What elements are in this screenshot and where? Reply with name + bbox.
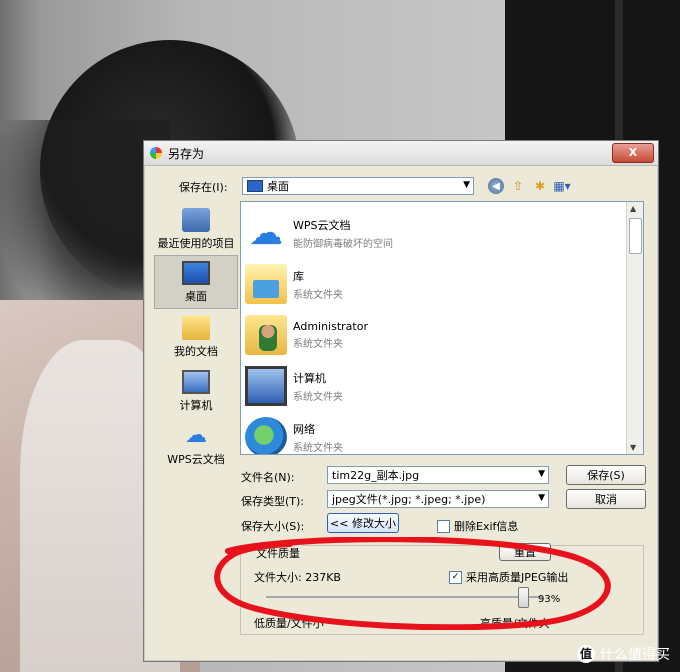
filetype-dropdown[interactable]: jpeg文件(*.jpg; *.jpeg; *.jpe) ▼ — [327, 490, 549, 508]
place-label: 计算机 — [179, 399, 213, 412]
computer-icon — [245, 366, 287, 406]
back-icon[interactable]: ◀ — [488, 178, 504, 194]
save-in-dropdown[interactable]: 桌面 ▼ — [242, 177, 474, 195]
scroll-thumb[interactable] — [629, 218, 642, 254]
item-name: WPS云文档 — [293, 218, 351, 232]
item-description: 系统文件夹 — [293, 391, 343, 403]
item-name: 库 — [293, 269, 304, 283]
wps-cloud-icon: ☁ — [249, 213, 283, 253]
view-menu-icon[interactable]: ▦▾ — [553, 178, 570, 194]
filename-value: tim22g_副本.jpg — [332, 469, 420, 482]
vertical-scrollbar[interactable]: ▲ ▼ — [626, 202, 643, 454]
resize-button[interactable]: << 修改大小 — [327, 513, 399, 533]
chevron-down-icon: ▼ — [538, 469, 545, 479]
scroll-up-icon[interactable]: ▲ — [630, 204, 636, 213]
place-desktop[interactable]: 桌面 — [154, 255, 238, 309]
save-in-value: 桌面 — [267, 180, 289, 193]
item-description: 系统文件夹 — [293, 289, 343, 301]
place-label: 最近使用的项目 — [157, 237, 235, 250]
list-item[interactable]: 计算机 系统文件夹 — [245, 363, 343, 409]
exif-label: 删除Exif信息 — [454, 520, 519, 533]
item-name: Administrator — [293, 320, 368, 333]
chevron-down-icon: ▼ — [538, 493, 545, 503]
quality-percent: 93% — [538, 594, 561, 605]
desktop-small-icon — [247, 180, 263, 192]
filetype-value: jpeg文件(*.jpg; *.jpeg; *.jpe) — [332, 493, 486, 506]
item-description: 系统文件夹 — [293, 339, 343, 350]
place-my-documents[interactable]: 我的文档 — [154, 309, 238, 363]
remove-exif-checkbox[interactable]: 删除Exif信息 — [437, 518, 518, 534]
desktop-icon — [182, 261, 210, 285]
places-bar: 最近使用的项目 桌面 我的文档 计算机 ☁ WPS云文档 — [154, 201, 238, 471]
list-item[interactable]: ☁ WPS云文档 能防御病毒破坏的空间 — [245, 210, 393, 256]
high-quality-label: 高质量/文件大 — [480, 617, 550, 630]
wps-cloud-icon: ☁ — [185, 423, 207, 448]
list-item[interactable]: 网络 系统文件夹 — [245, 414, 343, 454]
checkbox-box[interactable]: ✓ — [449, 570, 462, 584]
chevron-down-icon: ▼ — [463, 180, 470, 190]
list-item[interactable]: 库 系统文件夹 — [245, 261, 343, 307]
dialog-title: 另存为 — [168, 146, 205, 161]
watermark: 值 什么值得买 — [577, 644, 670, 664]
network-icon — [245, 417, 287, 454]
place-computer[interactable]: 计算机 — [154, 363, 238, 417]
quality-slider-thumb[interactable] — [517, 587, 529, 608]
user-folder-icon — [245, 315, 287, 355]
place-recent[interactable]: 最近使用的项目 — [154, 201, 238, 255]
item-name: 计算机 — [293, 371, 326, 385]
file-size-readout: 文件大小: 237KB — [254, 571, 341, 584]
nav-toolbar: ◀ ⇧ ✱ ▦▾ — [488, 178, 571, 194]
new-folder-icon[interactable]: ✱ — [532, 178, 548, 194]
quality-slider-track[interactable] — [266, 596, 542, 598]
quality-group-title: 文件质量 — [254, 545, 302, 561]
computer-icon — [182, 370, 210, 394]
up-folder-icon[interactable]: ⇧ — [510, 178, 526, 194]
dialog-titlebar[interactable]: 另存为 — [144, 141, 658, 166]
item-description: 系统文件夹 — [293, 442, 343, 454]
filetype-label: 保存类型(T): — [241, 495, 305, 508]
filename-input[interactable]: tim22g_副本.jpg ▼ — [327, 466, 549, 484]
checkbox-box[interactable] — [437, 519, 450, 533]
app-logo-icon — [150, 147, 162, 159]
place-label: 桌面 — [185, 290, 207, 303]
file-list[interactable]: ☁ WPS云文档 能防御病毒破坏的空间 库 系统文件夹 Administrato… — [240, 201, 644, 455]
item-description: 能防御病毒破坏的空间 — [293, 238, 393, 250]
list-item[interactable]: Administrator 系统文件夹 — [245, 312, 368, 358]
watermark-text: 什么值得买 — [600, 647, 670, 663]
scroll-down-icon[interactable]: ▼ — [630, 443, 636, 452]
savesize-label: 保存大小(S): — [241, 520, 305, 533]
save-as-dialog: 另存为 X 保存在(I): 桌面 ▼ ◀ ⇧ ✱ ▦▾ 最近使用的项目 桌面 我… — [143, 140, 659, 662]
place-label: WPS云文档 — [167, 453, 225, 466]
filename-label: 文件名(N): — [241, 471, 295, 484]
item-name: 网络 — [293, 422, 315, 436]
cancel-button[interactable]: 取消 — [566, 489, 646, 509]
save-in-label: 保存在(I): — [179, 181, 228, 194]
reset-button[interactable]: 重置 — [499, 543, 551, 561]
close-button[interactable]: X — [612, 143, 654, 163]
watermark-badge: 值 — [577, 645, 595, 663]
library-folder-icon — [245, 264, 287, 304]
hq-jpeg-checkbox[interactable]: ✓ 采用高质量JPEG输出 — [449, 569, 568, 585]
my-documents-icon — [182, 316, 210, 340]
hq-jpeg-label: 采用高质量JPEG输出 — [466, 571, 569, 584]
recent-items-icon — [182, 208, 210, 232]
place-wps-cloud[interactable]: ☁ WPS云文档 — [154, 417, 238, 471]
place-label: 我的文档 — [174, 345, 218, 358]
save-button[interactable]: 保存(S) — [566, 465, 646, 485]
low-quality-label: 低质量/文件小 — [254, 617, 324, 630]
